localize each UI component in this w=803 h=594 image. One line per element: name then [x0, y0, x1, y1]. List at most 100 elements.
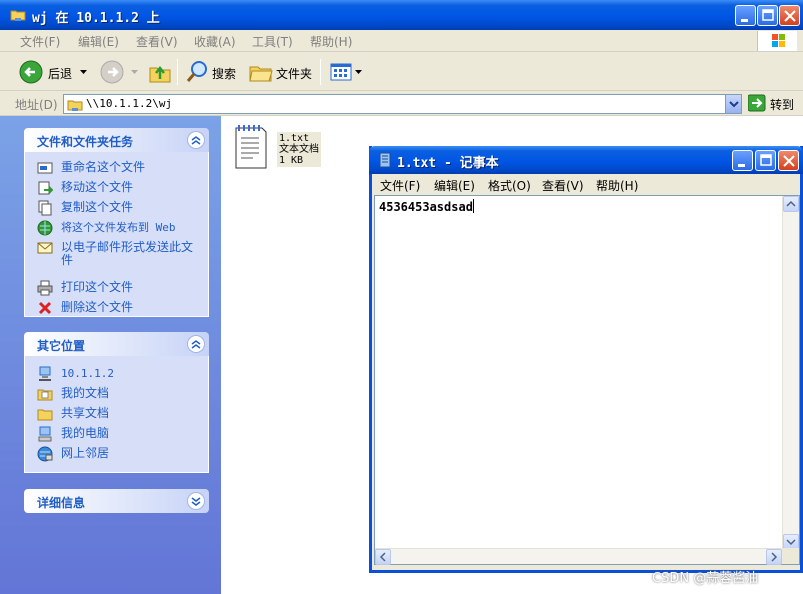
notepad-window: 1.txt - 记事本 文件(F) 编辑(E) 格式(O) 查看(V) 帮助(H… — [369, 146, 803, 573]
search-icon — [186, 61, 207, 82]
explorer-toolbar: 后退 搜索 文件夹 — [0, 53, 803, 91]
back-arrow-icon — [19, 60, 43, 84]
collapse-button[interactable] — [187, 131, 205, 149]
file-tasks-header[interactable]: 文件和文件夹任务 — [24, 128, 209, 152]
my-documents-icon — [37, 389, 53, 401]
vertical-scrollbar[interactable] — [782, 196, 799, 550]
windows-logo — [757, 31, 797, 51]
chevron-down-icon — [729, 101, 739, 108]
toolbar-separator — [320, 59, 321, 85]
menu-edit[interactable]: 编辑(E) — [78, 33, 119, 50]
rename-icon — [37, 162, 53, 174]
address-value: \\10.1.1.2\wj — [86, 97, 173, 110]
chevron-up-double-icon — [191, 136, 201, 145]
other-places-panel: 其它位置 10.1.1.2 我的文档 共享文档 我的电脑 网上邻居 — [24, 332, 209, 473]
task-pane: 文件和文件夹任务 重命名这个文件 移动这个文件 复制这个文件 将这个文件发布到 … — [0, 116, 221, 594]
other-places-body: 10.1.1.2 我的文档 共享文档 我的电脑 网上邻居 — [24, 356, 209, 473]
folders-button[interactable]: 文件夹 — [248, 59, 314, 85]
back-button[interactable]: 后退 — [18, 59, 90, 85]
notepad-maximize-button[interactable] — [755, 150, 776, 171]
search-button[interactable]: 搜索 — [184, 59, 242, 85]
network-folder-icon — [67, 100, 83, 111]
collapse-button[interactable] — [187, 335, 205, 353]
maximize-icon — [760, 154, 772, 166]
globe-icon — [37, 220, 53, 236]
explorer-window: wj 在 10.1.1.2 上 文件(F) 编辑(E) 查看(V) 收藏(A) … — [0, 0, 803, 594]
file-size: 1 KB — [279, 155, 304, 166]
details-header[interactable]: 详细信息 — [24, 489, 209, 513]
chevron-up-double-icon — [191, 340, 201, 349]
notepad-icon — [379, 152, 391, 168]
np-menu-view[interactable]: 查看(V) — [542, 177, 584, 194]
my-computer-icon — [38, 426, 52, 442]
expand-button[interactable] — [187, 492, 205, 510]
move-icon — [38, 181, 53, 195]
minimize-icon — [738, 164, 745, 167]
delete-icon — [38, 301, 52, 315]
forward-button[interactable] — [99, 59, 139, 85]
notepad-minimize-button[interactable] — [732, 150, 753, 171]
menu-tools[interactable]: 工具(T) — [252, 33, 293, 50]
explorer-title: wj 在 10.1.1.2 上 — [32, 11, 160, 26]
other-places-header[interactable]: 其它位置 — [24, 332, 209, 356]
views-icon — [330, 63, 352, 81]
printer-icon — [37, 280, 53, 296]
menu-view[interactable]: 查看(V) — [136, 33, 178, 50]
menu-file[interactable]: 文件(F) — [20, 33, 60, 50]
minimize-icon — [741, 19, 748, 22]
scroll-left-button[interactable] — [375, 549, 391, 565]
notepad-menubar: 文件(F) 编辑(E) 格式(O) 查看(V) 帮助(H) — [372, 174, 800, 195]
maximize-button[interactable] — [757, 5, 778, 26]
scroll-up-button[interactable] — [783, 196, 799, 212]
scroll-right-button[interactable] — [766, 549, 782, 565]
minimize-button[interactable] — [735, 5, 756, 26]
views-button[interactable] — [328, 59, 362, 85]
up-folder-icon — [149, 65, 171, 83]
email-icon — [37, 242, 53, 254]
folders-icon — [249, 66, 273, 82]
arrow-up-icon — [786, 200, 796, 207]
np-menu-format[interactable]: 格式(O) — [488, 177, 531, 194]
file-item[interactable]: 1.txt 文本文档 1 KB — [233, 122, 343, 182]
close-button[interactable] — [779, 5, 800, 26]
windows-flag-icon — [772, 34, 785, 47]
network-folder-icon — [10, 10, 26, 21]
close-icon — [784, 10, 796, 22]
details-panel: 详细信息 — [24, 489, 209, 513]
maximize-icon — [762, 9, 774, 21]
chevron-down-icon — [131, 70, 138, 74]
explorer-titlebar[interactable]: wj 在 10.1.1.2 上 — [0, 0, 803, 30]
explorer-menubar: 文件(F) 编辑(E) 查看(V) 收藏(A) 工具(T) 帮助(H) — [0, 30, 803, 52]
go-button[interactable]: 转到 — [747, 94, 794, 115]
chevron-down-double-icon — [191, 497, 201, 506]
arrow-down-icon — [786, 539, 796, 546]
np-menu-file[interactable]: 文件(F) — [380, 177, 420, 194]
address-input[interactable]: \\10.1.1.2\wj — [63, 94, 742, 114]
go-arrow-icon — [747, 94, 766, 112]
notepad-content: 4536453asdsad — [379, 199, 474, 214]
address-label: 地址(D) — [15, 98, 58, 112]
task-email[interactable]: 以电子邮件形式发送此文件 — [37, 240, 202, 270]
resize-grip[interactable] — [782, 548, 799, 564]
file-tasks-panel: 文件和文件夹任务 重命名这个文件 移动这个文件 复制这个文件 将这个文件发布到 … — [24, 128, 209, 317]
horizontal-scrollbar[interactable] — [375, 548, 782, 565]
close-icon — [783, 155, 795, 167]
chevron-down-icon — [355, 70, 362, 74]
notepad-title: 1.txt - 记事本 — [397, 156, 499, 171]
file-details: 1.txt 文本文档 1 KB — [277, 132, 321, 167]
forward-arrow-icon — [100, 60, 124, 84]
np-menu-help[interactable]: 帮助(H) — [596, 177, 638, 194]
network-computer-icon — [39, 366, 51, 381]
np-menu-edit[interactable]: 编辑(E) — [434, 177, 475, 194]
notepad-titlebar[interactable]: 1.txt - 记事本 — [369, 146, 803, 174]
address-dropdown-button[interactable] — [725, 95, 741, 113]
notepad-close-button[interactable] — [778, 150, 799, 171]
network-places-icon — [37, 446, 53, 462]
menu-help[interactable]: 帮助(H) — [310, 33, 352, 50]
text-document-icon — [235, 125, 267, 169]
menu-favorites[interactable]: 收藏(A) — [194, 33, 236, 50]
shared-folder-icon — [37, 409, 53, 421]
up-folder-button[interactable] — [147, 59, 173, 85]
notepad-text-area[interactable]: 4536453asdsad — [374, 195, 800, 565]
file-name: 1.txt — [279, 133, 310, 144]
